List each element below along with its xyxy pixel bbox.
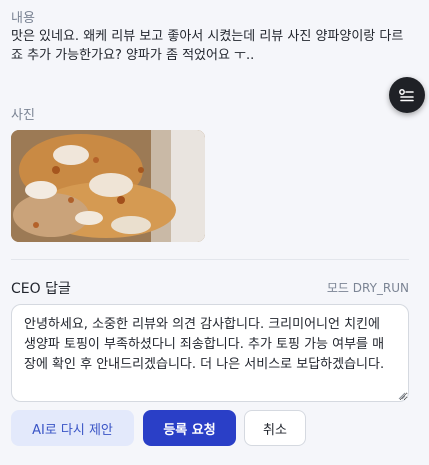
review-photo[interactable] <box>11 130 205 242</box>
ceo-reply-label: CEO 답글 <box>11 281 71 297</box>
mode-indicator: 모드 DRY_RUN <box>326 281 409 295</box>
photo-label: 사진 <box>11 108 35 123</box>
list-toggle-icon <box>399 89 414 102</box>
review-text: 맛은 있네요. 왜케 리뷰 보고 좋아서 시켰는데 리뷰 사진 양파양이랑 다르… <box>11 29 404 63</box>
reply-textarea[interactable]: 안녕하세요, 소중한 리뷰와 의견 감사합니다. 크리미어니언 치킨에 생양파 … <box>11 304 409 402</box>
floating-menu-button[interactable] <box>389 77 425 113</box>
submit-button[interactable]: 등록 요청 <box>143 410 236 446</box>
content-label: 내용 <box>11 11 35 26</box>
resize-handle-icon[interactable] <box>398 392 406 400</box>
review-photo-image <box>11 130 205 242</box>
ai-retry-button[interactable]: AI로 다시 제안 <box>11 410 134 446</box>
cancel-button[interactable]: 취소 <box>244 410 306 446</box>
section-divider <box>11 259 409 260</box>
